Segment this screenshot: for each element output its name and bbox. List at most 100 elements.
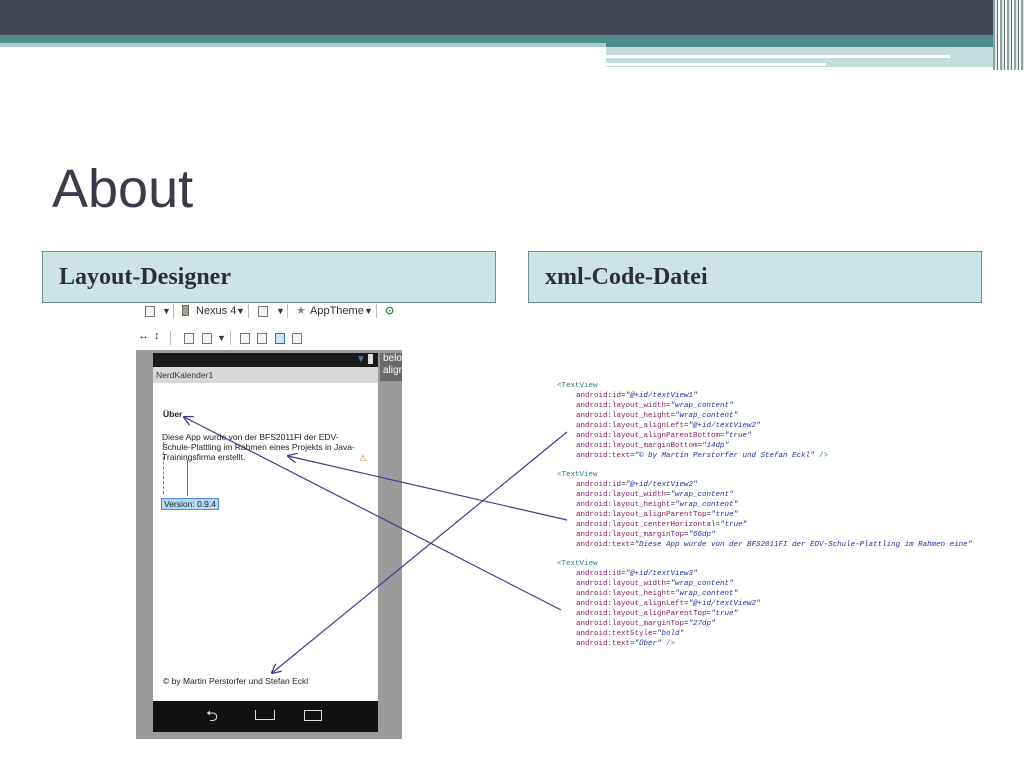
fit-width-icon[interactable]: ↔ xyxy=(138,330,149,342)
code-attribute-line: android:layout_alignLeft="@+id/textView2… xyxy=(576,422,761,430)
layout-file-icon[interactable] xyxy=(145,306,155,317)
code-attribute-line: android:text="Über" /> xyxy=(576,640,675,648)
chevron-down-icon[interactable]: ▼ xyxy=(236,306,245,316)
code-attribute-name: android:text xyxy=(576,452,631,460)
code-attribute-value: "wrap_content" xyxy=(670,402,734,410)
chevron-down-icon[interactable]: ▼ xyxy=(217,333,226,343)
home-icon[interactable] xyxy=(255,710,275,720)
code-attribute-line: android:layout_alignParentTop="true" xyxy=(576,610,738,618)
code-attribute-value: "Über" xyxy=(634,640,662,648)
align-center-icon[interactable] xyxy=(257,333,267,344)
code-attribute-line: android:text="© by Martin Perstorfer und… xyxy=(576,452,828,460)
theme-selector[interactable]: AppTheme xyxy=(310,305,364,317)
code-attribute-line: android:id="@+id/textView3" xyxy=(576,570,698,578)
distribute-icon[interactable] xyxy=(202,333,212,344)
grid-icon[interactable] xyxy=(184,333,194,344)
chevron-down-icon[interactable]: ▼ xyxy=(364,306,373,316)
navigation-bar: ⮌ xyxy=(153,701,378,732)
selection-guide xyxy=(163,442,164,494)
code-attribute-line: android:layout_width="wrap_content" xyxy=(576,580,734,588)
code-attribute-value: "wrap_content" xyxy=(670,491,734,499)
xml-code-header: xml-Code-Datei xyxy=(528,251,982,303)
code-attribute-name: android:layout_marginTop xyxy=(576,531,685,539)
code-close: /> xyxy=(661,640,676,648)
decorative-stripes xyxy=(993,0,1024,70)
code-attribute-line: android:layout_height="wrap_content" xyxy=(576,590,738,598)
battery-icon xyxy=(368,354,373,364)
code-attribute-value: "@+id/textView2" xyxy=(625,481,698,489)
code-attribute-line: android:layout_marginTop="27dp" xyxy=(576,620,716,628)
code-tag: <TextView xyxy=(557,471,598,479)
code-attribute-name: android:id xyxy=(576,570,622,578)
designer-toolbar: ▼ Nexus 4 ▼ ▼ ★ AppTheme ▼ ⊙ xyxy=(140,303,402,319)
app-title: NerdKalender1 xyxy=(156,370,214,380)
code-attribute-value: "Diese App wurde von der BFS2011FI der E… xyxy=(634,541,973,549)
code-attribute-value: "@+id/textView3" xyxy=(625,570,698,578)
device-icon[interactable] xyxy=(182,305,189,316)
align-left-icon[interactable] xyxy=(240,333,250,344)
code-attribute-name: android:text xyxy=(576,640,631,648)
fit-height-icon[interactable]: ↕ xyxy=(154,330,160,342)
version-label[interactable]: Version: 0.9.4 xyxy=(161,498,219,510)
code-attribute-line: android:text="Diese App wurde von der BF… xyxy=(576,541,972,549)
code-attribute-name: android:layout_alignParentTop xyxy=(576,610,707,618)
copyright-label[interactable]: © by Martin Perstorfer und Stefan Eckl xyxy=(163,676,308,686)
code-attribute-line: android:layout_width="wrap_content" xyxy=(576,402,734,410)
code-attribute-name: android:layout_centerHorizontal xyxy=(576,521,716,529)
light-band xyxy=(0,43,606,47)
toolbar-separator xyxy=(287,304,288,318)
back-icon[interactable]: ⮌ xyxy=(206,706,218,731)
property-hint: below align xyxy=(380,353,402,381)
chevron-down-icon[interactable]: ▼ xyxy=(276,306,285,316)
toolbar-separator xyxy=(173,304,174,318)
code-attribute-line: android:layout_alignParentTop="true" xyxy=(576,511,738,519)
device-screen xyxy=(153,383,378,701)
activity-icon[interactable]: ⊙ xyxy=(385,304,394,317)
code-attribute-line: android:layout_height="wrap_content" xyxy=(576,412,738,420)
code-attribute-value: "wrap_content" xyxy=(675,501,739,509)
decorative-line xyxy=(606,55,950,58)
code-attribute-name: android:layout_alignParentTop xyxy=(576,511,707,519)
code-attribute-name: android:layout_alignLeft xyxy=(576,422,685,430)
star-icon[interactable]: ★ xyxy=(296,304,306,317)
code-attribute-name: android:text xyxy=(576,541,631,549)
code-attribute-value: "© by Martin Perstorfer und Stefan Eckl" xyxy=(634,452,815,460)
chevron-down-icon[interactable]: ▼ xyxy=(162,306,171,316)
code-tag-line: <TextView xyxy=(557,471,598,479)
code-attribute-line: android:layout_height="wrap_content" xyxy=(576,501,738,509)
code-close: /> xyxy=(814,452,829,460)
code-tag-line: <TextView xyxy=(557,560,598,568)
code-attribute-name: android:layout_width xyxy=(576,402,667,410)
code-attribute-value: "true" xyxy=(711,610,739,618)
decorative-line xyxy=(606,63,826,66)
align-baseline-icon[interactable] xyxy=(275,333,285,344)
code-attribute-line: android:layout_marginBottom="14dp" xyxy=(576,442,729,450)
code-attribute-value: "14dp" xyxy=(702,442,730,450)
device-selector[interactable]: Nexus 4 xyxy=(196,305,236,317)
recent-apps-icon[interactable] xyxy=(304,710,322,721)
code-attribute-name: android:id xyxy=(576,481,622,489)
top-banner xyxy=(0,0,1024,35)
page-title: About xyxy=(52,159,194,219)
code-attribute-name: android:textStyle xyxy=(576,630,653,638)
xml-code-panel: <TextView android:id="@+id/textView1" andr… xyxy=(537,382,981,657)
code-attribute-line: android:layout_marginTop="66dp" xyxy=(576,531,716,539)
code-attribute-value: "true" xyxy=(724,432,752,440)
code-attribute-line: android:textStyle="bold" xyxy=(576,630,684,638)
code-attribute-line: android:layout_centerHorizontal="true" xyxy=(576,521,747,529)
code-attribute-name: android:layout_marginBottom xyxy=(576,442,698,450)
orientation-icon[interactable] xyxy=(258,306,268,317)
code-attribute-value: "@+id/textView1" xyxy=(625,392,698,400)
code-tag-line: <TextView xyxy=(557,382,598,390)
code-attribute-line: android:id="@+id/textView1" xyxy=(576,392,698,400)
action-bar: NerdKalender1 xyxy=(153,367,378,383)
code-attribute-value: "wrap_content" xyxy=(675,590,739,598)
description-label[interactable]: Diese App wurde von der BFS2011FI der ED… xyxy=(162,432,367,462)
code-tag: <TextView xyxy=(557,560,598,568)
code-attribute-line: android:id="@+id/textView2" xyxy=(576,481,698,489)
selection-guide xyxy=(187,460,188,496)
margin-icon[interactable] xyxy=(292,333,302,344)
uber-label[interactable]: Über xyxy=(163,409,182,419)
code-attribute-name: android:id xyxy=(576,392,622,400)
code-attribute-value: "66dp" xyxy=(688,531,716,539)
